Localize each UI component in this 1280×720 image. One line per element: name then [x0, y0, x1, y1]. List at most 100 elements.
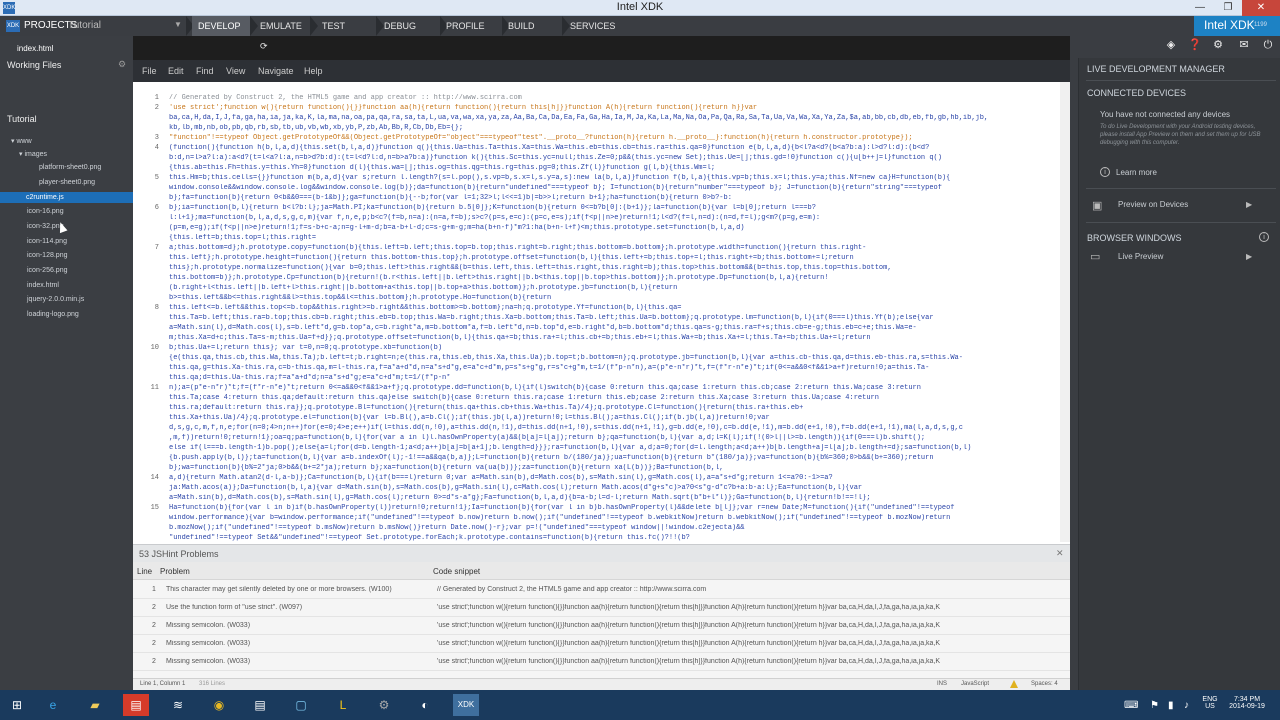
divider	[1086, 188, 1276, 189]
tab-develop[interactable]: DEVELOP	[192, 16, 250, 36]
tree-file[interactable]: icon-16.png	[27, 208, 64, 215]
chrome-icon: ◉	[213, 698, 225, 712]
code-line: this.ra;default:return this.ra}};q.proto…	[169, 404, 804, 412]
menu-navigate[interactable]: Navigate	[258, 66, 294, 76]
close-button[interactable]: ✕	[1242, 0, 1280, 16]
code-line: "function"!==typeof Object.getPrototypeO…	[169, 134, 913, 142]
tree-file[interactable]: player-sheet0.png	[39, 179, 95, 186]
start-button[interactable]: ⊞	[4, 694, 30, 716]
indent-setting[interactable]: Spaces: 4	[1031, 681, 1058, 687]
tree-folder-images[interactable]: ▾ images	[19, 150, 47, 158]
tab-profile[interactable]: PROFILE	[440, 16, 502, 36]
minimize-button[interactable]: —	[1186, 0, 1214, 16]
divider	[1086, 80, 1276, 81]
flag-icon[interactable]: ⚑	[1150, 700, 1159, 711]
tab-test[interactable]: TEST	[316, 16, 376, 36]
menu-help[interactable]: Help	[304, 66, 323, 76]
table-row[interactable]: 2 Missing semicolon. (W033) 'use strict'…	[133, 617, 1070, 635]
play-icon[interactable]: ▶	[1246, 252, 1252, 261]
tab-services[interactable]: SERVICES	[564, 16, 634, 36]
insert-mode[interactable]: INS	[937, 681, 947, 687]
taskbar-ie[interactable]: e	[40, 694, 66, 716]
live-preview[interactable]: Live Preview	[1118, 252, 1163, 261]
taskbar-vs[interactable]: ≋	[165, 694, 191, 716]
menu-view[interactable]: View	[226, 66, 245, 76]
keyboard-icon[interactable]: ⌨	[1124, 700, 1138, 711]
xdk-logo-icon: XDK	[6, 20, 20, 32]
volume-icon[interactable]: ♪	[1184, 700, 1189, 711]
tree-file-selected[interactable]: c2runtime.js	[0, 192, 133, 203]
tree-file[interactable]: icon-256.png	[27, 267, 67, 274]
code-line: this.bottom=b)};h.prototype.Cp=function(…	[169, 274, 829, 282]
chevron-down-icon[interactable]: ▼	[174, 20, 182, 29]
code-line: (function(){function h(b,l,a,d){this.set…	[169, 144, 930, 152]
taskbar-app[interactable]: ▢	[288, 694, 314, 716]
line-number: 10	[150, 344, 159, 352]
taskbar-app[interactable]: L	[330, 694, 356, 716]
play-icon[interactable]: ▶	[1246, 200, 1252, 209]
help-icon[interactable]: ❓	[1188, 38, 1202, 52]
tab-debug[interactable]: DEBUG	[378, 16, 440, 36]
file-sidebar: Working Files ⚙ Tutorial	[0, 36, 133, 690]
tree-folder-www[interactable]: ▾ www	[11, 137, 32, 145]
menu-edit[interactable]: Edit	[168, 66, 184, 76]
tree-file[interactable]: loading-logo.png	[27, 311, 79, 318]
clock[interactable]: 7:34 PM 2014-09-19	[1222, 696, 1272, 710]
problem-line: 2	[152, 604, 156, 611]
info-icon[interactable]: i	[1259, 232, 1269, 242]
taskbar-app[interactable]: ▤	[247, 694, 273, 716]
code-line: {e(this.qa,this.cb,this.Wa,this.Ta);b.le…	[169, 354, 963, 362]
power-icon[interactable]: ⏻	[1261, 38, 1275, 52]
tree-file[interactable]: platform-sheet0.png	[39, 164, 101, 171]
gear-icon[interactable]: ⚙	[1211, 38, 1225, 52]
taskbar-app[interactable]: ⚙	[371, 694, 397, 716]
table-row[interactable]: 2 Missing semicolon. (W033) 'use strict'…	[133, 635, 1070, 653]
network-icon[interactable]: ▮	[1168, 700, 1174, 711]
chat-icon[interactable]: ✉	[1237, 38, 1251, 52]
window-icon: ▢	[295, 698, 307, 712]
language-mode[interactable]: JavaScript	[961, 681, 989, 687]
warning-icon[interactable]	[1010, 680, 1018, 688]
preview-on-devices[interactable]: Preview on Devices	[1118, 200, 1188, 209]
problem-line: 1	[152, 586, 156, 593]
tree-file[interactable]: icon-128.png	[27, 252, 67, 259]
problem-text: Use the function form of "use strict". (…	[166, 604, 303, 611]
tree-file[interactable]: jquery-2.0.0.min.js	[27, 296, 84, 303]
code-line: this.left};h.prototype.height=function()…	[169, 254, 854, 262]
learn-more-link[interactable]: Learn more	[1116, 168, 1157, 177]
menu-file[interactable]: File	[142, 66, 157, 76]
taskbar-explorer[interactable]: ▰	[82, 694, 108, 716]
tree-file[interactable]: icon-114.png	[27, 238, 67, 245]
code-line: this.Ta;case 4:return this.qa;default:re…	[169, 394, 879, 402]
gear-icon[interactable]: ⚙	[118, 59, 126, 70]
refresh-icon[interactable]: ⟳	[260, 41, 268, 51]
code-line: this};h.prototype.normalize=function(){v…	[169, 264, 892, 272]
tab-emulate[interactable]: EMULATE ⟳	[254, 16, 310, 51]
divider	[1086, 222, 1276, 223]
code-line: else if(l===b.length-1)b.pop();else{a=l;…	[169, 444, 972, 452]
code-line: kb,lb,mb,nb,ob,pb,qb,rb,sb,tb,ub,vb,wb,x…	[169, 124, 464, 132]
tab-build[interactable]: BUILD	[502, 16, 562, 36]
table-row[interactable]: 1 This character may get silently delete…	[133, 581, 1070, 599]
table-row[interactable]: 2 Missing semicolon. (W033) 'use strict'…	[133, 653, 1070, 671]
close-icon[interactable]: ✕	[1056, 548, 1064, 559]
cube-icon[interactable]: ◈	[1164, 38, 1178, 52]
code-editor[interactable]: 1 // Generated by Construct 2, the HTML5 …	[133, 82, 1070, 544]
project-selector[interactable]: Tutorial	[68, 20, 101, 31]
editor-scrollbar[interactable]	[1060, 82, 1070, 542]
taskbar-app[interactable]: ◐	[412, 694, 438, 716]
working-file-item[interactable]: index.html	[17, 44, 53, 53]
maximize-button[interactable]: ❐	[1214, 0, 1242, 16]
code-line: b:d,n=l>a?l:a):a<d?(t=l<a?l:a,n=b>d?b:d)…	[169, 154, 942, 162]
tree-file[interactable]: index.html	[27, 282, 59, 289]
folder-icon: ▰	[90, 698, 100, 712]
code-line: ja:Math.acos(a)};Da=function(b,l,a){var …	[169, 484, 863, 492]
input-language[interactable]: ENG US	[1200, 696, 1220, 710]
taskbar-construct[interactable]: ▤	[123, 694, 149, 716]
taskbar-chrome[interactable]: ◉	[206, 694, 232, 716]
code-line: b};wa=function(b){b%=2*ja;0>b&&(b+=2*ja)…	[169, 464, 724, 472]
taskbar-xdk[interactable]: XDK	[453, 694, 479, 716]
internet-explorer-icon: e	[49, 698, 57, 712]
menu-find[interactable]: Find	[196, 66, 214, 76]
table-row[interactable]: 2 Use the function form of "use strict".…	[133, 599, 1070, 617]
